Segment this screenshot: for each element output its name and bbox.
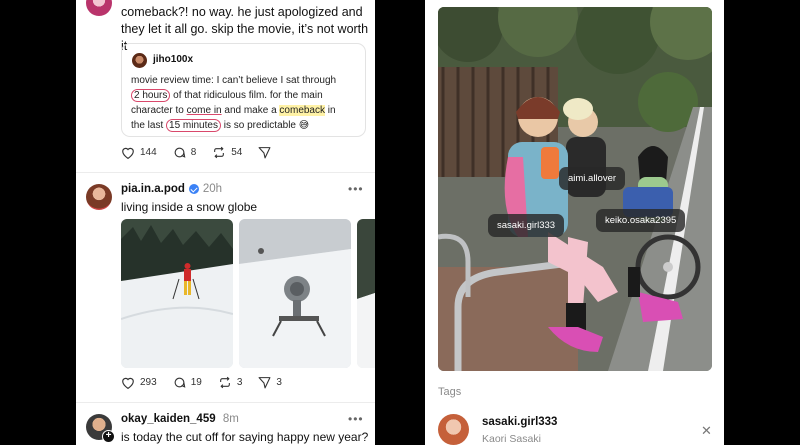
photo-tag-aimi[interactable]: aimi.allover (559, 167, 626, 190)
like-count: 293 (140, 377, 157, 388)
post-divider (76, 172, 375, 173)
tags-section-title: Tags (438, 386, 462, 398)
quoted-post-username[interactable]: jiho100x (153, 54, 193, 65)
post2-avatar[interactable] (86, 184, 112, 210)
post2-timestamp: 20h (202, 183, 223, 195)
annotation-underline: come in (186, 105, 222, 116)
annotation-circle: 2 hours (131, 89, 171, 102)
send-icon (258, 377, 271, 389)
repost-count: 54 (231, 147, 243, 158)
reply-button[interactable]: 8 (173, 146, 197, 159)
like-button[interactable]: 293 (121, 376, 157, 389)
reply-count: 8 (190, 147, 197, 158)
post3-text: is today the cut off for saying happy ne… (121, 430, 369, 444)
heart-icon (122, 147, 134, 159)
post2-text: living inside a snow globe (121, 200, 258, 214)
post2-actions: 293 19 3 3 (121, 376, 298, 389)
post2-photo-skier[interactable] (121, 219, 233, 368)
post-divider (76, 402, 375, 403)
photo-tag-sasaki[interactable]: sasaki.girl333 (488, 214, 565, 237)
post3-header: okay_kaiden_459 8m (121, 413, 239, 425)
post3-timestamp: 8m (222, 413, 239, 425)
like-button[interactable]: 144 (121, 146, 157, 159)
tagged-user-username[interactable]: sasaki.girl333 (482, 416, 557, 428)
close-icon[interactable]: ✕ (701, 423, 712, 439)
post2-photo-snow-machine[interactable] (239, 219, 351, 368)
post2-header: pia.in.a.pod 20h (121, 183, 222, 195)
share-button[interactable]: 3 (258, 376, 282, 389)
send-icon (258, 147, 271, 159)
photo-tag-keiko[interactable]: keiko.osaka2395 (596, 209, 686, 232)
tagged-user-display-name: Kaori Sasaki (482, 433, 541, 445)
repost-button[interactable]: 54 (212, 146, 242, 159)
share-count: 3 (276, 377, 282, 388)
more-options-icon[interactable]: ••• (348, 182, 364, 196)
quoted-post-body: movie review time: I can’t believe I sat… (131, 75, 337, 132)
tagged-user-avatar[interactable] (438, 414, 469, 445)
post3-username[interactable]: okay_kaiden_459 (121, 413, 216, 425)
photo-tags-panel: aimi.allover sasaki.girl333 keiko.osaka2… (425, 0, 724, 445)
repost-icon (214, 146, 225, 159)
comment-icon (174, 147, 186, 158)
quoted-post-card[interactable]: jiho100x movie review time: I can’t beli… (121, 43, 366, 137)
repost-icon (219, 376, 230, 389)
annotation-circle: 15 minutes (166, 119, 221, 132)
more-options-icon[interactable]: ••• (348, 412, 364, 426)
follow-plus-icon[interactable]: + (102, 430, 115, 443)
post2-photo-partial[interactable] (357, 219, 375, 368)
comment-icon (174, 377, 186, 388)
like-count: 144 (140, 147, 157, 158)
share-button[interactable] (258, 146, 276, 159)
quoted-post-avatar (132, 53, 147, 68)
heart-icon (122, 377, 134, 389)
post1-actions: 144 8 54 (121, 146, 292, 159)
repost-count: 3 (236, 377, 243, 388)
reply-count: 19 (190, 377, 202, 388)
post1-avatar[interactable] (86, 0, 112, 16)
verified-badge-icon (188, 184, 199, 194)
highlighted-word: comeback (279, 105, 325, 116)
tagged-photo[interactable]: aimi.allover sasaki.girl333 keiko.osaka2… (438, 7, 712, 371)
reply-button[interactable]: 19 (173, 376, 202, 389)
repost-button[interactable]: 3 (218, 376, 243, 389)
post2-username[interactable]: pia.in.a.pod (121, 183, 185, 195)
threads-feed-panel: comeback?! no way. he just apologized an… (76, 0, 375, 445)
